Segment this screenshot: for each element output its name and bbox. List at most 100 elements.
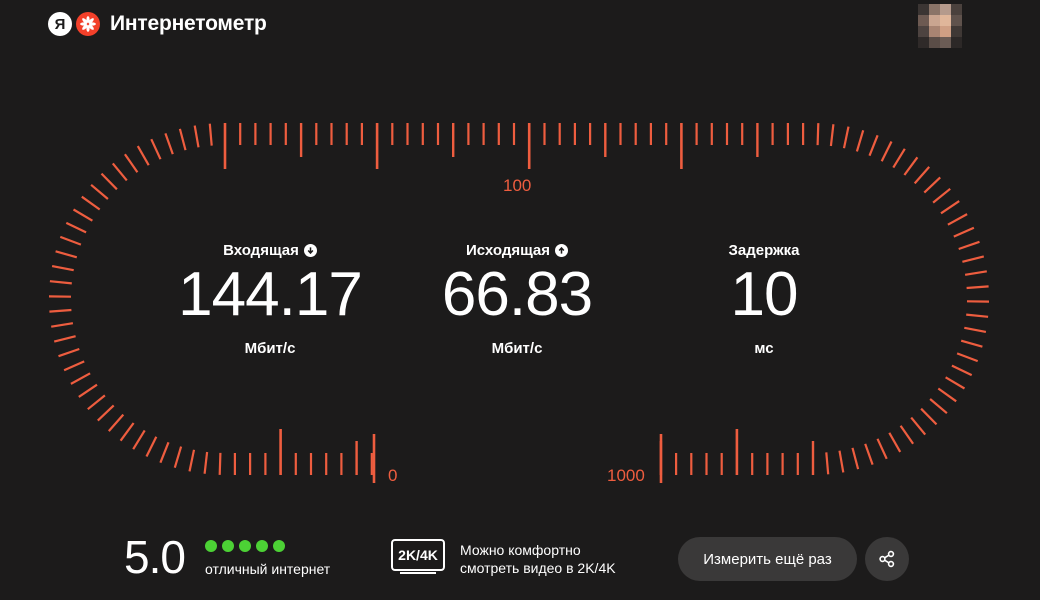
scale-label-100: 100: [503, 176, 532, 195]
gauge-tick: [208, 123, 213, 146]
gauge-tick: [97, 404, 115, 422]
gauge-tick: [956, 352, 979, 363]
gauge-tick: [72, 208, 93, 222]
gauge-tick: [193, 125, 200, 148]
rating-dot: [205, 540, 217, 552]
remeasure-button[interactable]: Измерить ещё раз: [678, 537, 857, 581]
gauge-tick: [937, 387, 957, 403]
gauge-tick: [920, 407, 938, 426]
gauge-tick: [58, 347, 80, 358]
video-quality-text: Можно комфортно смотреть видео в 2K/4K: [460, 541, 616, 577]
gauge-tick: [63, 360, 85, 372]
gauge-tick: [78, 383, 98, 398]
gauge-tick: [932, 187, 951, 204]
gauge-tick: [947, 213, 968, 226]
gauge-tick: [90, 183, 109, 200]
gauge-tick: [87, 394, 106, 411]
download-title-text: Входящая: [223, 241, 299, 259]
tv-4k-icon: 2K/4K: [391, 539, 445, 575]
rating-dot: [256, 540, 268, 552]
gauge-tick: [51, 265, 74, 272]
gauge-tick: [940, 200, 960, 215]
latency-unit: мс: [754, 340, 774, 357]
gauge-tick: [880, 141, 893, 162]
gauge-tick: [868, 134, 879, 157]
gauge-tick: [100, 172, 118, 191]
upload-value: 66.83: [441, 260, 593, 329]
gauge-tick: [953, 226, 975, 238]
gauge-tick: [107, 413, 125, 432]
scale-label-1000: 1000: [607, 466, 645, 485]
gauge-tick: [65, 221, 87, 234]
gauge-tick: [838, 450, 845, 473]
upload-unit: Мбит/с: [491, 340, 543, 357]
gauge-tick: [964, 270, 987, 276]
upload-title: Исходящая: [465, 240, 569, 260]
scale-label-0: 0: [388, 466, 398, 485]
gauge-tick: [123, 153, 139, 173]
arrow-up-icon: [555, 243, 569, 257]
share-button[interactable]: [865, 537, 909, 581]
gauge-tick: [70, 372, 91, 385]
rating-score: 5.0: [124, 531, 186, 583]
gauge-tick: [951, 364, 973, 377]
gauge-tick: [964, 326, 987, 333]
gauge-tick: [960, 339, 983, 348]
gauge-tick: [816, 123, 820, 146]
gauge-tick: [829, 124, 835, 147]
gauge-tick: [111, 162, 128, 182]
video-quality-badge: 2K/4K: [391, 539, 445, 571]
gauge-tick: [136, 145, 150, 166]
latency-metric: Задержка 10 мс: [644, 240, 884, 358]
gauge-tick: [178, 128, 187, 151]
upload-metric: Исходящая 66.83 Мбит/с: [397, 240, 637, 358]
gauge-tick: [59, 235, 82, 246]
gauge-tick: [903, 156, 919, 176]
gauge-tick: [164, 133, 174, 155]
gauge-tick: [825, 452, 830, 475]
gauge-tick: [53, 335, 76, 343]
gauge-tick: [899, 425, 915, 445]
gauge-tick: [150, 138, 162, 160]
download-value: 144.17: [178, 260, 363, 329]
gauge-tick: [945, 376, 966, 390]
gauge-tick: [51, 322, 74, 328]
download-metric: Входящая 144.17 Мбит/с: [150, 240, 390, 358]
video-quality-line2: смотреть видео в 2K/4K: [460, 560, 616, 576]
share-icon: [877, 549, 897, 569]
gauge-tick: [855, 129, 865, 152]
gauge-tick: [49, 280, 72, 285]
rating-dot: [222, 540, 234, 552]
rating-text: отличный интернет: [205, 561, 331, 577]
rating-dot: [239, 540, 251, 552]
speedtest-page: Я Интернетометр 100 0 1000 Входящая 144.…: [0, 0, 1040, 600]
gauge-tick: [173, 446, 183, 469]
latency-title-text: Задержка: [728, 241, 800, 259]
gauge-tick: [159, 441, 170, 464]
gauge-tick: [55, 250, 78, 259]
gauge-tick: [913, 166, 931, 185]
latency-value: 10: [730, 260, 799, 329]
gauge-tick: [962, 255, 985, 263]
gauge-tick: [966, 313, 989, 318]
gauge-tick: [851, 447, 860, 470]
gauge-tick: [49, 308, 72, 313]
upload-title-text: Исходящая: [465, 241, 551, 259]
gauge-tick: [958, 240, 980, 251]
video-quality-line1: Можно комфортно: [460, 542, 581, 558]
gauge-tick: [218, 452, 222, 475]
gauge-tick: [132, 429, 146, 450]
gauge-tick: [842, 126, 850, 149]
gauge-tick: [188, 449, 196, 472]
gauge-tick: [81, 195, 101, 211]
gauge-tick: [966, 285, 989, 290]
tv-stand: [400, 572, 436, 574]
gauge-tick: [923, 176, 941, 194]
gauge-tick: [888, 432, 902, 453]
gauge-tick: [864, 443, 874, 465]
gauge-tick: [203, 451, 209, 474]
gauge-tick: [119, 422, 135, 442]
gauge-tick: [876, 438, 888, 460]
rating-dot: [273, 540, 285, 552]
arrow-down-icon: [303, 243, 317, 257]
